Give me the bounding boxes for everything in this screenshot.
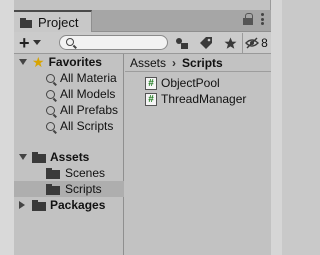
tree-item-packages[interactable]: Packages [14, 197, 124, 213]
tree-item-label: Packages [50, 198, 106, 212]
search-icon [66, 38, 74, 46]
search-by-type-button[interactable] [172, 33, 192, 53]
search-input[interactable] [59, 35, 168, 50]
file-item-objectpool[interactable]: # ObjectPool [125, 75, 271, 91]
tree-item-scripts[interactable]: Scripts [14, 181, 124, 197]
shapes-icon [176, 37, 188, 49]
tree-item-label: All Materia [60, 71, 117, 85]
tree-item-label: All Prefabs [60, 103, 119, 117]
file-name: ThreadManager [161, 92, 247, 106]
tree-item-label: Assets [50, 150, 90, 164]
folder-icon [32, 199, 46, 211]
star-icon [224, 37, 236, 49]
tree-item-label: All Models [60, 87, 116, 101]
plus-icon: + [19, 32, 30, 53]
scene-view-edge [0, 0, 14, 255]
hidden-packages-toggle[interactable]: 8 [242, 33, 270, 53]
tree-item-favorites[interactable]: ★ Favorites [14, 54, 124, 70]
breadcrumb: Assets › Scripts [125, 54, 271, 72]
tree-item-label: Favorites [48, 55, 102, 69]
tree-item-all-prefabs[interactable]: All Prefabs [14, 102, 124, 118]
search-icon [46, 105, 55, 115]
search-icon [46, 121, 55, 131]
tab-bar: Project [14, 10, 271, 32]
folder-open-icon [32, 151, 46, 163]
search-icon [46, 73, 55, 83]
star-icon: ★ [32, 54, 45, 70]
tab-tools [243, 13, 265, 25]
tree-item-all-models[interactable]: All Models [14, 86, 124, 102]
chevron-right-icon: › [172, 55, 177, 70]
expand-arrow-icon[interactable] [19, 59, 27, 65]
tree-item-assets[interactable]: Assets [14, 149, 124, 165]
tree-item-all-materials[interactable]: All Materia [14, 70, 124, 86]
tab-project[interactable]: Project [14, 10, 92, 32]
folder-icon [20, 17, 33, 28]
tab-title: Project [38, 14, 79, 30]
file-item-threadmanager[interactable]: # ThreadManager [125, 91, 271, 107]
tree-item-label: Scenes [65, 166, 106, 180]
tree-item-label: All Scripts [60, 119, 114, 133]
breadcrumb-item-assets[interactable]: Assets [130, 56, 166, 70]
csharp-script-icon: # [145, 76, 157, 90]
csharp-script-icon: # [145, 92, 157, 106]
tree-item-label: Scripts [65, 182, 102, 196]
tree-item-scenes[interactable]: Scenes [14, 165, 124, 181]
file-name: ObjectPool [161, 76, 220, 90]
search-by-label-button[interactable] [196, 33, 216, 53]
save-search-button[interactable] [220, 33, 240, 53]
hidden-count: 8 [261, 36, 268, 50]
breadcrumb-item-scripts[interactable]: Scripts [182, 56, 223, 70]
project-toolbar: + 8 [14, 32, 271, 54]
folder-icon [46, 183, 60, 195]
tree-item-all-scripts[interactable]: All Scripts [14, 118, 124, 134]
folder-icon [46, 167, 60, 179]
search-icon [46, 89, 55, 99]
folder-contents: Assets › Scripts # ObjectPool # ThreadMa… [125, 54, 271, 255]
create-button[interactable]: + [14, 32, 44, 54]
lock-icon[interactable] [243, 13, 253, 25]
tag-icon [200, 36, 212, 49]
project-window: Project + 8 ★ Favorites All Materia All … [14, 0, 271, 255]
eye-slash-icon [245, 37, 260, 49]
chevron-down-icon [32, 40, 41, 45]
expand-arrow-icon[interactable] [19, 201, 25, 209]
more-menu-icon[interactable] [261, 13, 265, 25]
expand-arrow-icon[interactable] [19, 154, 27, 160]
folder-tree: ★ Favorites All Materia All Models All P… [14, 54, 124, 255]
adjacent-panel-edge [271, 0, 282, 255]
